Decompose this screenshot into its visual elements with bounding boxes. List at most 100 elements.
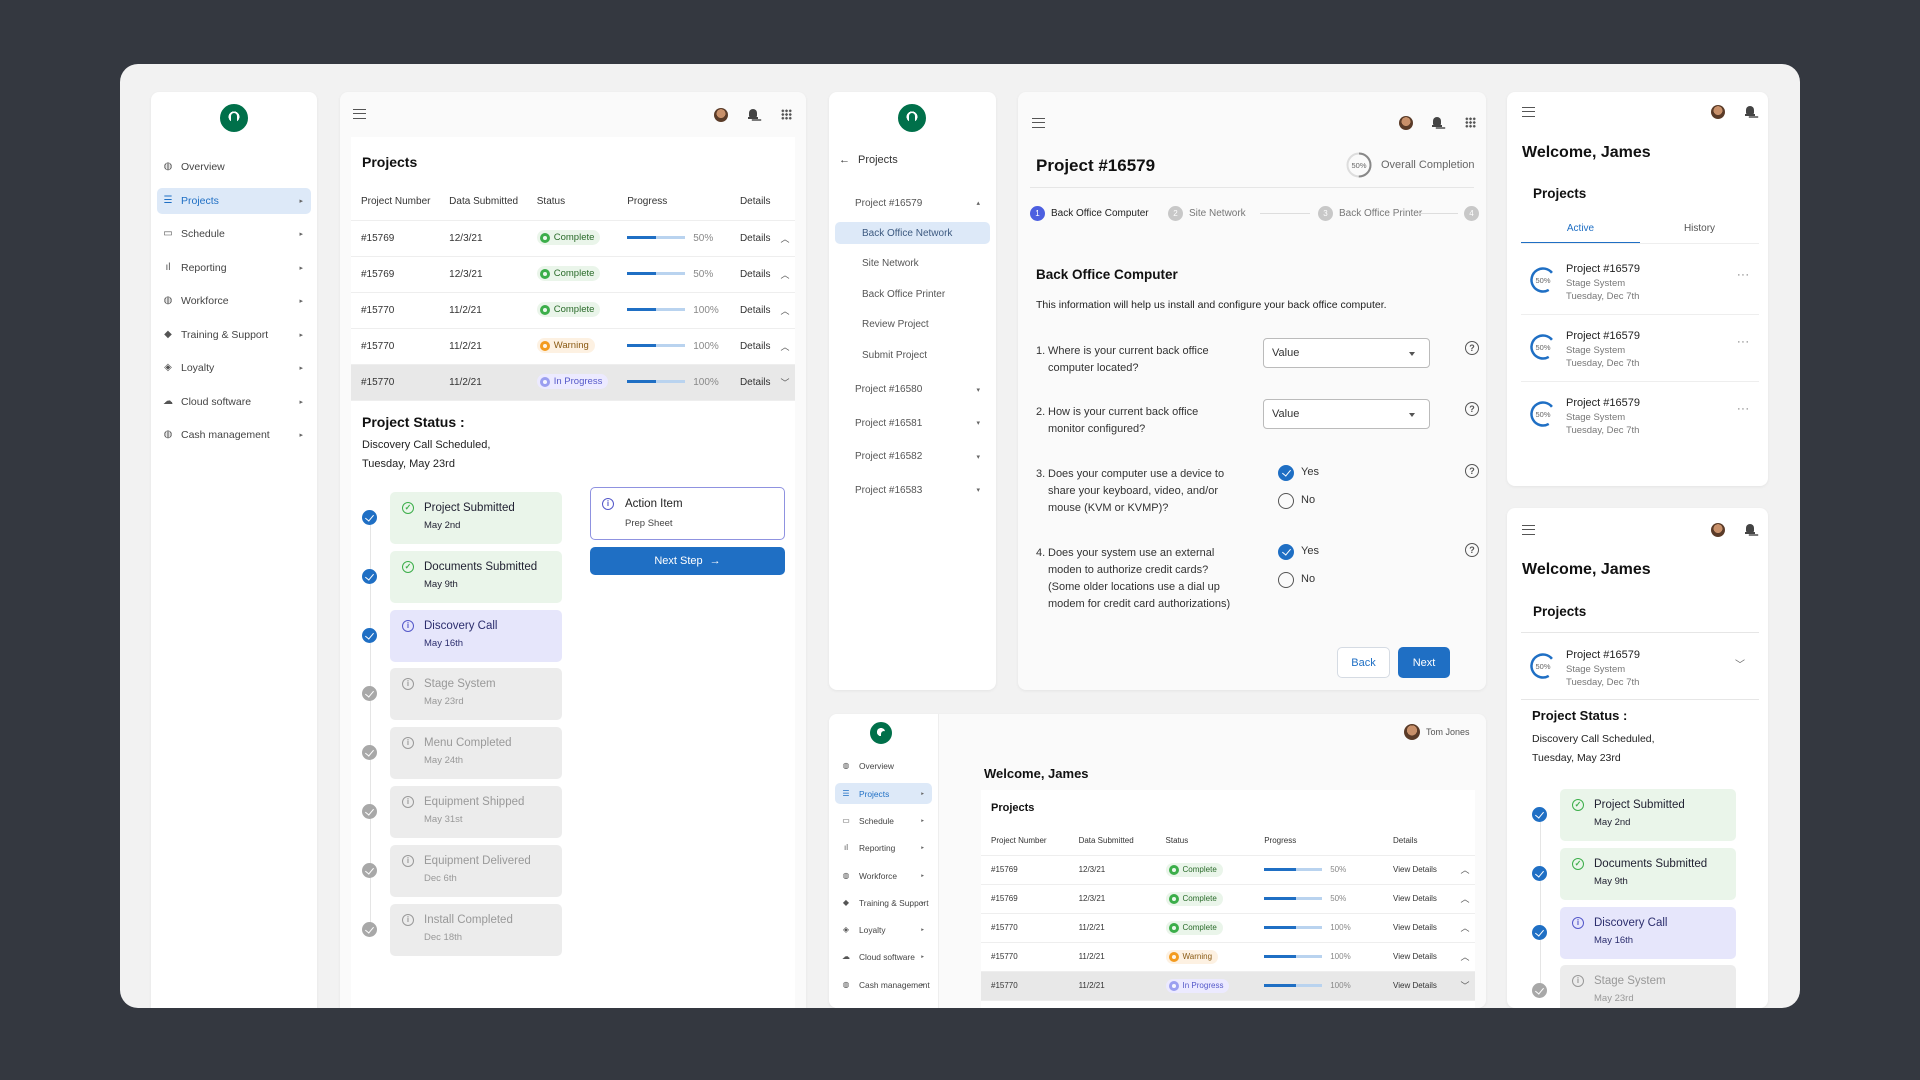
chevron-up-icon[interactable]: ︿ [1460,894,1469,904]
question-2-select[interactable]: Value [1263,399,1430,429]
project-group-16582[interactable]: Project #16582 ▾ [835,446,990,468]
table-row[interactable]: #15770 11/2/21 In Progress 100% Details ﹀ [351,364,795,401]
step-4-indicator[interactable]: 4 [1464,206,1479,221]
timeline-step-card[interactable]: i Discovery Call May 16th [390,609,562,662]
table-row[interactable]: #15770 11/2/21 Warning 100% Details ︿ [351,328,795,365]
details-link[interactable]: Details [729,256,775,293]
sidebar-item-overview[interactable]: ◍ Overview [835,756,932,777]
chevron-down-icon[interactable]: ﹀ [1735,656,1746,671]
help-icon[interactable]: ? [1465,543,1479,557]
project-subnav-site-network[interactable]: Site Network [835,253,990,275]
user-avatar[interactable] [1711,523,1725,537]
mobile-project-title[interactable]: Project #16579 [1566,397,1640,409]
sidebar-item-schedule[interactable]: ▭ Schedule ▸ [157,221,311,247]
chevron-down-icon[interactable]: ﹀ [780,378,789,388]
menu-icon[interactable] [1522,107,1535,117]
back-to-projects-link[interactable]: ← Projects [839,154,898,166]
sidebar-item-training-support[interactable]: ◆ Training & Support ▸ [835,893,932,914]
mobile-project-title[interactable]: Project #16579 [1566,263,1640,275]
details-link[interactable]: View Details [1383,942,1455,972]
details-link[interactable]: View Details [1383,855,1455,885]
timeline-step-card[interactable]: i Menu Completed May 24th [390,727,562,780]
action-item-card[interactable]: i Action Item Prep Sheet [590,487,785,540]
sidebar-item-cloud-software[interactable]: ☁ Cloud software ▸ [157,389,311,415]
table-row[interactable]: #15769 12/3/21 Complete 50% View Details ︿ [981,884,1475,914]
chevron-down-icon[interactable]: ﹀ [1460,981,1469,991]
chevron-up-icon[interactable]: ︿ [1460,923,1469,933]
sidebar-item-workforce[interactable]: ◍ Workforce ▸ [157,288,311,314]
project-group-16581[interactable]: Project #16581 ▾ [835,412,990,434]
step-2-indicator[interactable]: 2 [1168,206,1183,221]
timeline-step-card[interactable]: i Stage System May 23rd [1560,965,1736,1008]
timeline-step-card[interactable]: ✓ Project Submitted May 2nd [390,492,562,544]
sidebar-item-cash-management[interactable]: ◍ Cash management ▸ [835,974,932,995]
more-options-icon[interactable]: ··· [1737,403,1750,415]
details-link[interactable]: View Details [1383,913,1455,943]
question-3-radio-yes[interactable] [1278,465,1294,481]
step-3-indicator[interactable]: 3 [1318,206,1333,221]
table-row[interactable]: #15770 11/2/21 Complete 100% View Details ︿ [981,913,1475,943]
sidebar-item-reporting[interactable]: ıl Reporting ▸ [835,838,932,859]
next-button[interactable]: Next [1398,647,1450,678]
sidebar-item-workforce[interactable]: ◍ Workforce ▸ [835,865,932,886]
back-button[interactable]: Back [1337,647,1390,678]
user-avatar[interactable] [1711,105,1725,119]
table-row[interactable]: #15769 12/3/21 Complete 50% View Details ︿ [981,855,1475,885]
project-group-16580[interactable]: Project #16580 ▾ [835,379,990,401]
details-link[interactable]: Details [729,292,775,329]
notification-bell-icon[interactable] [1432,117,1442,128]
details-link[interactable]: Details [729,364,775,401]
sidebar-item-projects[interactable]: ☰ Projects ▸ [835,783,932,805]
notification-bell-icon[interactable] [748,109,758,120]
timeline-step-card[interactable]: i Install Completed Dec 18th [390,903,562,956]
question-4-radio-no[interactable] [1278,572,1294,588]
details-link[interactable]: Details [729,328,775,365]
user-avatar[interactable] [1399,116,1413,130]
mobile-project-title[interactable]: Project #16579 [1566,649,1640,661]
apps-grid-icon[interactable] [1465,117,1476,128]
user-avatar[interactable] [714,108,728,122]
step-3-label[interactable]: Back Office Printer [1339,208,1422,219]
project-subnav-back-office-printer[interactable]: Back Office Printer [835,283,990,305]
chevron-up-icon[interactable]: ︿ [780,342,789,352]
table-row[interactable]: #15769 12/3/21 Complete 50% Details ︿ [351,220,795,257]
timeline-step-card[interactable]: ✓ Project Submitted May 2nd [1560,789,1736,841]
sidebar-item-projects[interactable]: ☰ Projects ▸ [157,187,311,214]
sidebar-item-reporting[interactable]: ıl Reporting ▸ [157,255,311,281]
details-link[interactable]: Details [729,220,775,257]
table-row[interactable]: #15770 11/2/21 Complete 100% Details ︿ [351,292,795,329]
sidebar-item-loyalty[interactable]: ◈ Loyalty ▸ [835,920,932,941]
step-2-label[interactable]: Site Network [1189,208,1246,219]
notification-bell-icon[interactable] [1745,106,1755,117]
help-icon[interactable]: ? [1465,464,1479,478]
tab-history[interactable]: History [1640,223,1759,234]
table-row[interactable]: #15770 11/2/21 In Progress 100% View Details… [981,971,1475,1001]
question-3-radio-no[interactable] [1278,493,1294,509]
project-group-16579[interactable]: Project #16579 ▴ [835,192,990,214]
chevron-up-icon[interactable]: ︿ [780,234,789,244]
step-1-label[interactable]: Back Office Computer [1051,208,1149,219]
more-options-icon[interactable]: ··· [1737,269,1750,281]
sidebar-item-cash-management[interactable]: ◍ Cash management ▸ [157,422,311,448]
details-link[interactable]: View Details [1383,971,1455,1001]
timeline-step-card[interactable]: i Stage System May 23rd [390,668,562,721]
timeline-step-card[interactable]: i Equipment Shipped May 31st [390,786,562,838]
timeline-step-card[interactable]: ✓ Documents Submitted May 9th [1560,847,1736,900]
sidebar-item-overview[interactable]: ◍ Overview [157,154,311,180]
sidebar-item-training-support[interactable]: ◆ Training & Support ▸ [157,322,311,348]
menu-icon[interactable] [1522,525,1535,535]
timeline-step-card[interactable]: i Discovery Call May 16th [1560,906,1736,959]
help-icon[interactable]: ? [1465,402,1479,416]
project-subnav-back-office-network[interactable]: Back Office Network [835,222,990,244]
user-avatar[interactable] [1404,724,1420,740]
table-row[interactable]: #15770 11/2/21 Warning 100% View Details ︿ [981,942,1475,972]
sidebar-item-loyalty[interactable]: ◈ Loyalty ▸ [157,355,311,381]
table-row[interactable]: #15769 12/3/21 Complete 50% Details ︿ [351,256,795,293]
project-subnav-submit-project[interactable]: Submit Project [835,344,990,366]
project-subnav-review-project[interactable]: Review Project [835,314,990,336]
chevron-up-icon[interactable]: ︿ [1460,865,1469,875]
menu-icon[interactable] [1032,118,1045,128]
tab-active[interactable]: Active [1521,223,1640,234]
project-group-16583[interactable]: Project #16583 ▾ [835,479,990,501]
more-options-icon[interactable]: ··· [1737,336,1750,348]
